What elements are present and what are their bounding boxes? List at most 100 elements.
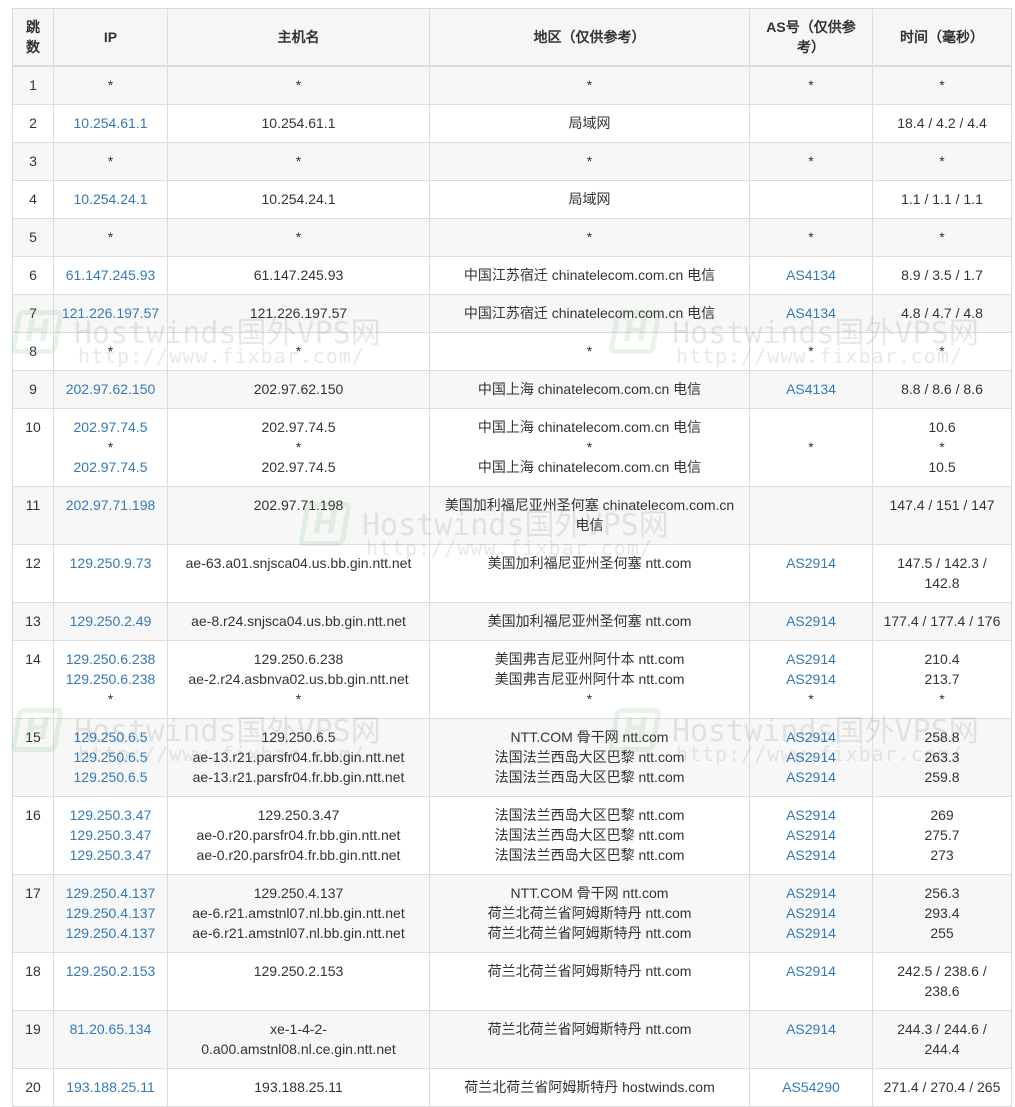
ip-link[interactable]: 121.226.197.57 xyxy=(60,303,161,323)
ip-link[interactable]: 10.254.61.1 xyxy=(60,113,161,133)
hop-cell: 9 xyxy=(12,370,54,409)
ip-cell: 129.250.3.47 129.250.3.47 129.250.3.47 xyxy=(53,796,168,875)
ip-link[interactable]: 129.250.2.49 xyxy=(60,611,161,631)
as-link[interactable]: AS2914 xyxy=(756,825,866,845)
ip-link[interactable]: 10.254.24.1 xyxy=(60,189,161,209)
hostname-cell: ae-8.r24.snjsca04.us.bb.gin.ntt.net xyxy=(167,602,430,641)
ip-cell: * xyxy=(53,332,168,371)
as-link[interactable]: AS2914 xyxy=(756,767,866,787)
region-cell: * xyxy=(429,65,750,105)
region-cell: 局域网 xyxy=(429,104,750,143)
hostname-text: ae-63.a01.snjsca04.us.bb.gin.ntt.net xyxy=(185,555,412,571)
ip-link[interactable]: 129.250.6.238 xyxy=(60,649,161,669)
column-header-hostname: 主机名 xyxy=(167,8,430,67)
as-link[interactable]: AS2914 xyxy=(756,883,866,903)
ip-link[interactable]: 61.147.245.93 xyxy=(60,265,161,285)
hop-number: 2 xyxy=(29,115,37,131)
time-cell: 269 275.7 273 xyxy=(872,796,1012,875)
time-cell: * xyxy=(872,332,1012,371)
hostname-cell: 10.254.24.1 xyxy=(167,180,430,219)
ip-link[interactable]: 129.250.6.5 xyxy=(60,747,161,767)
hop-number: 1 xyxy=(29,77,37,93)
column-header-as: AS号（仅供参考） xyxy=(749,8,873,67)
region-cell: 荷兰北荷兰省阿姆斯特丹 ntt.com xyxy=(429,1010,750,1069)
table-row: 20 193.188.25.11 193.188.25.11 荷兰北荷兰省阿姆斯特丹 … xyxy=(12,1068,1012,1107)
ip-link[interactable]: 129.250.4.137 xyxy=(60,903,161,923)
hop-cell: 6 xyxy=(12,256,54,295)
time-text: * xyxy=(939,439,945,455)
traceroute-table: 跳数 IP 主机名 地区（仅供参考） AS号（仅供参考） 时间（毫秒） 1 * * *… xyxy=(12,8,1012,1107)
ip-link[interactable]: 193.188.25.11 xyxy=(60,1077,161,1097)
table-row: 4 10.254.24.1 10.254.24.1 局域网 1.1 / 1.1 / 1.… xyxy=(12,180,1012,219)
region-cell: 局域网 xyxy=(429,180,750,219)
ip-text: * xyxy=(107,691,114,707)
region-text: 荷兰北荷兰省阿姆斯特丹 ntt.com xyxy=(487,905,692,921)
as-link[interactable]: AS2914 xyxy=(756,923,866,943)
ip-link[interactable]: 202.97.71.198 xyxy=(60,495,161,515)
region-text: * xyxy=(586,229,593,245)
as-link[interactable]: AS2914 xyxy=(756,669,866,689)
column-header-time: 时间（毫秒） xyxy=(872,8,1012,67)
as-link[interactable]: AS2914 xyxy=(756,845,866,865)
ip-link[interactable]: 202.97.62.150 xyxy=(60,379,161,399)
table-row: 11 202.97.71.198 202.97.71.198 美国加利福尼亚州圣何塞 … xyxy=(12,486,1012,545)
as-cell: AS2914 AS2914 AS2914 xyxy=(749,718,873,797)
as-link[interactable]: AS4134 xyxy=(756,379,866,399)
table-row: 7 121.226.197.57 121.226.197.57 中国江苏宿迁 chin… xyxy=(12,294,1012,333)
hostname-text: 129.250.2.153 xyxy=(253,963,344,979)
ip-cell: 202.97.71.198 xyxy=(53,486,168,545)
time-text: 269 xyxy=(930,807,954,823)
time-cell: 147.4 / 151 / 147 xyxy=(872,486,1012,545)
time-text: 10.5 xyxy=(928,459,956,475)
as-link[interactable]: AS2914 xyxy=(756,1019,866,1039)
time-cell: 1.1 / 1.1 / 1.1 xyxy=(872,180,1012,219)
hostname-text: ae-2.r24.asbnva02.us.bb.gin.ntt.net xyxy=(188,671,409,687)
as-link[interactable]: AS2914 xyxy=(756,903,866,923)
as-text xyxy=(756,417,866,437)
as-link[interactable]: AS2914 xyxy=(756,961,866,981)
ip-link[interactable]: 129.250.4.137 xyxy=(60,923,161,943)
ip-link[interactable]: 129.250.6.238 xyxy=(60,669,161,689)
hostname-text: 129.250.4.137 xyxy=(253,885,344,901)
as-cell: AS2914 xyxy=(749,1010,873,1069)
hop-cell: 20 xyxy=(12,1068,54,1107)
hostname-text: ae-8.r24.snjsca04.us.bb.gin.ntt.net xyxy=(191,613,406,629)
ip-link[interactable]: 129.250.2.153 xyxy=(60,961,161,981)
as-link[interactable]: AS2914 xyxy=(756,553,866,573)
as-link[interactable]: AS2914 xyxy=(756,727,866,747)
as-link[interactable]: AS4134 xyxy=(756,265,866,285)
as-text xyxy=(756,457,866,477)
time-text: 213.7 xyxy=(924,671,960,687)
ip-link[interactable]: 81.20.65.134 xyxy=(60,1019,161,1039)
region-text: 法国法兰西岛大区巴黎 ntt.com xyxy=(494,807,685,823)
hop-number: 16 xyxy=(25,807,41,823)
table-row: 17 129.250.4.137 129.250.4.137 129.250.4.13… xyxy=(12,874,1012,953)
ip-link[interactable]: 202.97.74.5 xyxy=(60,457,161,477)
hop-number: 17 xyxy=(25,885,41,901)
as-link[interactable]: AS2914 xyxy=(756,611,866,631)
hop-number: 15 xyxy=(25,729,41,745)
ip-link[interactable]: 129.250.3.47 xyxy=(60,825,161,845)
ip-link[interactable]: 129.250.9.73 xyxy=(60,553,161,573)
ip-link[interactable]: 202.97.74.5 xyxy=(60,417,161,437)
region-text: 中国江苏宿迁 chinatelecom.com.cn 电信 xyxy=(463,305,716,321)
ip-link[interactable]: 129.250.3.47 xyxy=(60,805,161,825)
time-cell: 256.3 293.4 255 xyxy=(872,874,1012,953)
as-link[interactable]: AS4134 xyxy=(756,303,866,323)
ip-text: * xyxy=(107,77,114,93)
as-link[interactable]: AS2914 xyxy=(756,649,866,669)
hostname-text: * xyxy=(295,153,302,169)
as-link[interactable]: AS2914 xyxy=(756,805,866,825)
ip-link[interactable]: 129.250.6.5 xyxy=(60,767,161,787)
ip-cell: 129.250.9.73 xyxy=(53,544,168,603)
region-cell: 中国上海 chinatelecom.com.cn 电信 * 中国上海 chinate… xyxy=(429,408,750,487)
as-link[interactable]: AS54290 xyxy=(756,1077,866,1097)
ip-link[interactable]: 129.250.6.5 xyxy=(60,727,161,747)
as-link[interactable]: AS2914 xyxy=(756,747,866,767)
ip-cell: 10.254.24.1 xyxy=(53,180,168,219)
ip-link[interactable]: 129.250.3.47 xyxy=(60,845,161,865)
hop-cell: 18 xyxy=(12,952,54,1011)
ip-link[interactable]: 129.250.4.137 xyxy=(60,883,161,903)
time-cell: 177.4 / 177.4 / 176 xyxy=(872,602,1012,641)
time-text: 258.8 xyxy=(924,729,960,745)
